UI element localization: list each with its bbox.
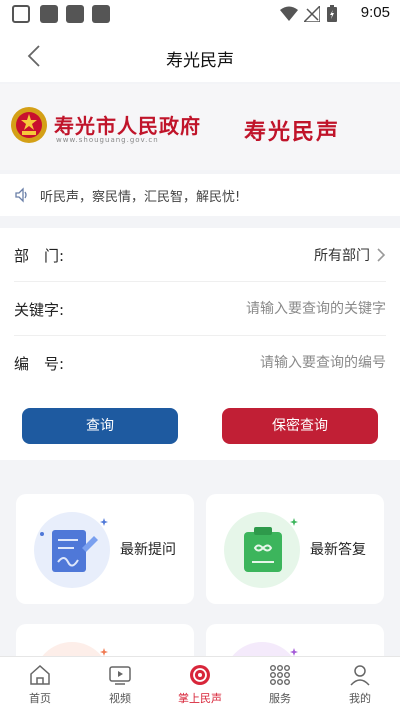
tab-label: 首页 [29, 692, 51, 705]
number-input[interactable] [156, 348, 386, 378]
tab-home[interactable]: 首页 [10, 663, 70, 706]
palm-voice-icon [190, 665, 210, 685]
video-icon [109, 666, 131, 685]
bottom-tab-bar: 首页 视频 掌上民声 服务 我的 [0, 656, 400, 711]
app-icon [66, 5, 84, 23]
card-label: 最新答复 [310, 542, 366, 558]
notice-bar: 听民声，察民情，汇民智，解民忧! [0, 174, 400, 216]
number-row: 编 号: [14, 336, 386, 390]
clipboard-reply-icon [224, 512, 300, 588]
government-url: www.shouguang.gov.cn [56, 136, 159, 144]
tab-label: 我的 [349, 692, 371, 705]
department-row[interactable]: 部 门: 所有部门 [14, 228, 386, 282]
tab-palm-voice[interactable]: 掌上民声 [170, 663, 230, 706]
wifi-icon [280, 6, 298, 21]
battery-charging-icon [327, 5, 337, 22]
page-title: 寿光民声 [166, 51, 234, 71]
keyword-label: 关键字: [14, 301, 65, 319]
tab-label: 视频 [109, 692, 131, 705]
speaker-icon [15, 187, 27, 203]
secret-query-button[interactable]: 保密查询 [222, 408, 378, 444]
clock: 9:05 [360, 4, 390, 21]
national-emblem-icon [11, 107, 47, 143]
latest-replies-card[interactable]: 最新答复 [206, 494, 384, 604]
app-icon [92, 5, 110, 23]
document-edit-icon [34, 512, 110, 588]
home-icon [30, 664, 50, 685]
app-icon [40, 5, 58, 23]
status-bar: 9:05 [0, 0, 400, 30]
tab-mine[interactable]: 我的 [330, 663, 390, 706]
purple-icon [232, 642, 298, 656]
keyword-row: 关键字: [14, 282, 386, 336]
search-form: 部 门: 所有部门 关键字: 编 号: 查询 保密查询 [0, 228, 400, 460]
orange-icon [42, 642, 108, 656]
nav-bar: 寿光民声 [0, 30, 400, 82]
department-value[interactable]: 所有部门 [314, 245, 370, 265]
number-label: 编 号: [14, 355, 65, 373]
keyword-input[interactable] [156, 294, 386, 324]
tab-label: 服务 [269, 692, 291, 705]
user-icon [350, 665, 370, 686]
chevron-right-icon [377, 248, 386, 262]
latest-questions-card[interactable]: 最新提问 [16, 494, 194, 604]
tab-label: 掌上民声 [178, 692, 222, 705]
feature-card-3[interactable] [16, 624, 194, 656]
banner: 寿光市人民政府 www.shouguang.gov.cn 寿光民声 [0, 84, 400, 170]
government-name: 寿光市人民政府 [54, 114, 201, 138]
department-label: 部 门: [14, 247, 65, 265]
card-label: 最新提问 [120, 542, 176, 558]
brand-title: 寿光民声 [244, 119, 341, 145]
notice-text: 听民声，察民情，汇民智，解民忧! [40, 190, 241, 205]
feature-cards: 最新提问 最新答复 [0, 472, 400, 656]
grid-icon [270, 665, 291, 686]
tab-service[interactable]: 服务 [250, 663, 310, 706]
tab-video[interactable]: 视频 [90, 663, 150, 706]
no-signal-icon [304, 6, 320, 22]
message-icon [12, 5, 30, 23]
query-button[interactable]: 查询 [22, 408, 178, 444]
feature-card-4[interactable] [206, 624, 384, 656]
